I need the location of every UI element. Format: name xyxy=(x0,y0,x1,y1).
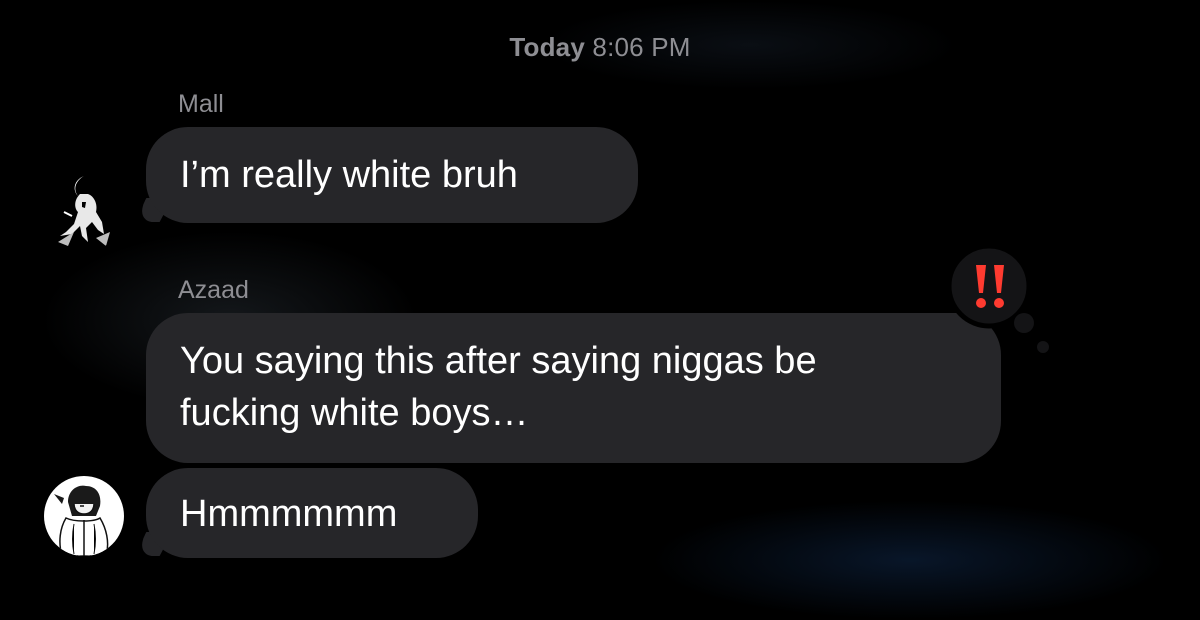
message-text: Hmmmmmm xyxy=(180,493,398,535)
message-bubble-incoming[interactable]: Hmmmmmm xyxy=(146,468,478,558)
timestamp-day: Today xyxy=(509,32,585,62)
message-bubble-incoming[interactable]: I’m really white bruh xyxy=(146,127,638,223)
conversation-timestamp: Today 8:06 PM xyxy=(0,32,1200,63)
message-text: I’m really white bruh xyxy=(180,154,518,196)
anime-character-avatar-icon[interactable] xyxy=(44,172,124,252)
sender-name-mall: Mall xyxy=(178,90,224,118)
message-text-line: You saying this after saying niggas be xyxy=(180,340,817,382)
message-text-line: fucking white boys… xyxy=(180,392,529,434)
message-bubble-incoming[interactable]: You saying this after saying niggas be f… xyxy=(146,313,1001,463)
background-glow xyxy=(650,500,1170,620)
anime-character-avatar-icon[interactable] xyxy=(44,476,124,556)
timestamp-time: 8:06 PM xyxy=(592,32,691,62)
sender-name-azaad: Azaad xyxy=(178,276,249,304)
double-exclamation-icon[interactable] xyxy=(946,243,1049,353)
